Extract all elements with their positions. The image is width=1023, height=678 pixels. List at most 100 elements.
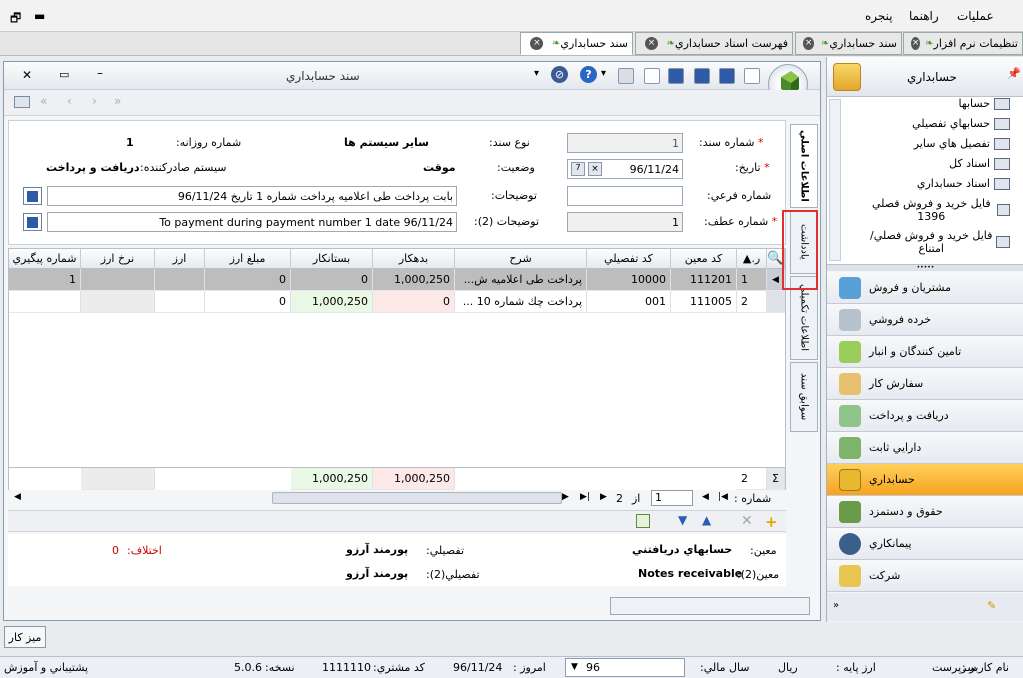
- new-document-icon[interactable]: [744, 68, 760, 84]
- nav-company[interactable]: شرکت: [827, 560, 1023, 592]
- cell-tracking-no[interactable]: [9, 291, 81, 313]
- cell-tafsili-code[interactable]: 001: [587, 291, 671, 313]
- print-icon[interactable]: [618, 68, 634, 84]
- close-icon[interactable]: ×: [530, 37, 544, 50]
- dropdown-arrow-icon[interactable]: ▾: [534, 68, 539, 79]
- col-description[interactable]: شرح: [455, 249, 587, 269]
- splitter-handle[interactable]: •••••: [827, 265, 1023, 271]
- move-down-icon[interactable]: ▼: [678, 513, 687, 527]
- doc-no-field[interactable]: 1: [567, 133, 683, 153]
- tree-item-accounts[interactable]: حسابها: [959, 97, 1010, 110]
- save-description-icon[interactable]: [23, 187, 42, 205]
- col-debit[interactable]: بدهکار: [373, 249, 455, 269]
- save-as-icon[interactable]: [668, 68, 684, 84]
- close-window-icon[interactable]: ✕: [22, 68, 32, 82]
- list-icon[interactable]: [14, 96, 30, 108]
- tree-scrollbar[interactable]: [829, 99, 841, 261]
- pin-icon[interactable]: 📌: [1007, 67, 1021, 80]
- fiscal-year-select[interactable]: ▼ 96: [565, 658, 685, 677]
- cell-credit[interactable]: 1,000,250: [291, 291, 373, 313]
- previous-record-icon[interactable]: ‹: [67, 94, 72, 108]
- expand-icon[interactable]: »: [833, 600, 839, 611]
- next-record-icon[interactable]: ›: [92, 94, 97, 108]
- nav-suppliers-warehouse[interactable]: تامين کنندگان و انبار: [827, 336, 1023, 368]
- delete-row-icon[interactable]: ✕: [741, 513, 753, 529]
- close-icon[interactable]: ×: [803, 37, 815, 50]
- cell-currency-amount[interactable]: 0: [205, 269, 291, 291]
- description-field[interactable]: بابت پرداخت طی اعلاميه پرداخت شماره 1 تا…: [47, 186, 457, 206]
- tab-accounting-documents-list[interactable]: فهرست اسناد حسابداري ❧ ×: [635, 32, 793, 55]
- first-page-icon[interactable]: |◀: [718, 492, 728, 502]
- cell-currency[interactable]: [155, 291, 205, 313]
- nav-payroll[interactable]: حقوق و دستمزد: [827, 496, 1023, 528]
- next-page-icon[interactable]: ▶: [600, 492, 607, 502]
- tab-software-settings[interactable]: تنظيمات نرم افزار ❧ ×: [903, 32, 1023, 55]
- col-tafsili-code[interactable]: کد تفصيلي: [587, 249, 671, 269]
- nav-receipt-payment[interactable]: دريافت و پرداخت: [827, 400, 1023, 432]
- configure-icon[interactable]: ✎: [987, 599, 996, 612]
- cell-description[interactable]: پرداخت طی اعلاميه ش...: [455, 269, 587, 291]
- tree-item-accounting-documents[interactable]: اسناد حسابداري: [917, 177, 1010, 190]
- save-description2-icon[interactable]: [23, 213, 42, 231]
- tab-document-history[interactable]: سوابق سند: [790, 362, 818, 432]
- compass-icon[interactable]: ⊘: [551, 66, 568, 83]
- page-number-input[interactable]: 1: [651, 490, 693, 506]
- col-row-number[interactable]: ر. ▲: [737, 249, 767, 269]
- last-page-icon[interactable]: ▶|: [580, 492, 590, 502]
- nav-retail[interactable]: خرده فروشي: [827, 304, 1023, 336]
- sub-no-field[interactable]: [567, 186, 683, 206]
- date-field[interactable]: 7 × 96/11/24: [567, 159, 683, 179]
- cell-tafsili-code[interactable]: 10000: [587, 269, 671, 291]
- menu-item-help[interactable]: راهنما: [909, 9, 939, 23]
- cell-credit[interactable]: 0: [291, 269, 373, 291]
- cell-moein-code[interactable]: 111201: [671, 269, 737, 291]
- nav-accounting[interactable]: حسابداري: [827, 464, 1023, 496]
- scroll-left-icon[interactable]: ◀: [14, 492, 21, 502]
- tree-item-other-details[interactable]: تفصيل هاي ساير: [914, 137, 1010, 150]
- nav-contracting[interactable]: پيمانکاري: [827, 528, 1023, 560]
- nav-customers-sales[interactable]: مشتريان و فروش: [827, 272, 1023, 304]
- cell-currency-rate[interactable]: [81, 269, 155, 291]
- desktop-button[interactable]: ميز کار: [4, 626, 46, 648]
- col-moein-code[interactable]: کد معين: [671, 249, 737, 269]
- first-record-icon[interactable]: «: [40, 94, 47, 108]
- cell-description[interactable]: پرداخت چك شماره 10 ...: [455, 291, 587, 313]
- prev-page-icon[interactable]: ◀: [702, 492, 709, 502]
- tree-item-seasonal-file-1396[interactable]: فايل خريد و فروش فصلي 1396: [870, 197, 1010, 223]
- edit-note-icon[interactable]: [636, 514, 650, 528]
- description2-field[interactable]: To payment during payment number 1 date …: [47, 212, 457, 232]
- cell-currency[interactable]: [155, 269, 205, 291]
- last-record-icon[interactable]: »: [114, 94, 121, 108]
- nav-work-order[interactable]: سفارش کار: [827, 368, 1023, 400]
- menu-item-window[interactable]: پنجره: [865, 9, 893, 23]
- cell-tracking-no[interactable]: 1: [9, 269, 81, 291]
- col-tracking-no[interactable]: شماره پيگيري: [9, 249, 81, 269]
- save-icon[interactable]: [719, 68, 735, 84]
- col-credit[interactable]: بستانکار: [291, 249, 373, 269]
- minimize-window-icon[interactable]: –: [97, 66, 103, 80]
- copy-icon[interactable]: [644, 68, 660, 84]
- tree-item-seasonal-file-refusal[interactable]: فايل خريد و فروش فصلي/امتناع: [870, 229, 1010, 255]
- col-currency-amount[interactable]: مبلغ ارز: [205, 249, 291, 269]
- support-link[interactable]: پشتيباني و آموزش: [4, 661, 88, 674]
- add-row-icon[interactable]: +: [765, 513, 778, 531]
- col-currency-rate[interactable]: نرخ ارز: [81, 249, 155, 269]
- scroll-right-icon[interactable]: ▶: [562, 492, 569, 502]
- restore-window-icon[interactable]: ▭: [59, 68, 69, 81]
- cell-row-number[interactable]: 2: [737, 291, 767, 313]
- tab-accounting-document[interactable]: سند حسابداري ❧ ×: [795, 32, 902, 55]
- dropdown-arrow-icon[interactable]: ▾: [601, 68, 606, 79]
- help-icon[interactable]: ?: [580, 66, 597, 83]
- minimize-icon[interactable]: ▬: [34, 9, 45, 23]
- window-restore-icon[interactable]: 🗗: [10, 9, 21, 30]
- cell-debit[interactable]: 1,000,250: [373, 269, 455, 291]
- tab-accounting-document-active[interactable]: سند حسابداري ❧ ×: [520, 32, 633, 55]
- horizontal-scrollbar[interactable]: [272, 492, 562, 504]
- cell-currency-rate[interactable]: [81, 291, 155, 313]
- nav-fixed-assets[interactable]: دارايي ثابت: [827, 432, 1023, 464]
- tree-item-detail-accounts[interactable]: حسابهاي تفصيلي: [912, 117, 1010, 130]
- close-icon[interactable]: ×: [644, 37, 658, 50]
- save-close-icon[interactable]: [694, 68, 710, 84]
- tree-item-general-documents[interactable]: اسناد کل: [949, 157, 1010, 170]
- cell-moein-code[interactable]: 111005: [671, 291, 737, 313]
